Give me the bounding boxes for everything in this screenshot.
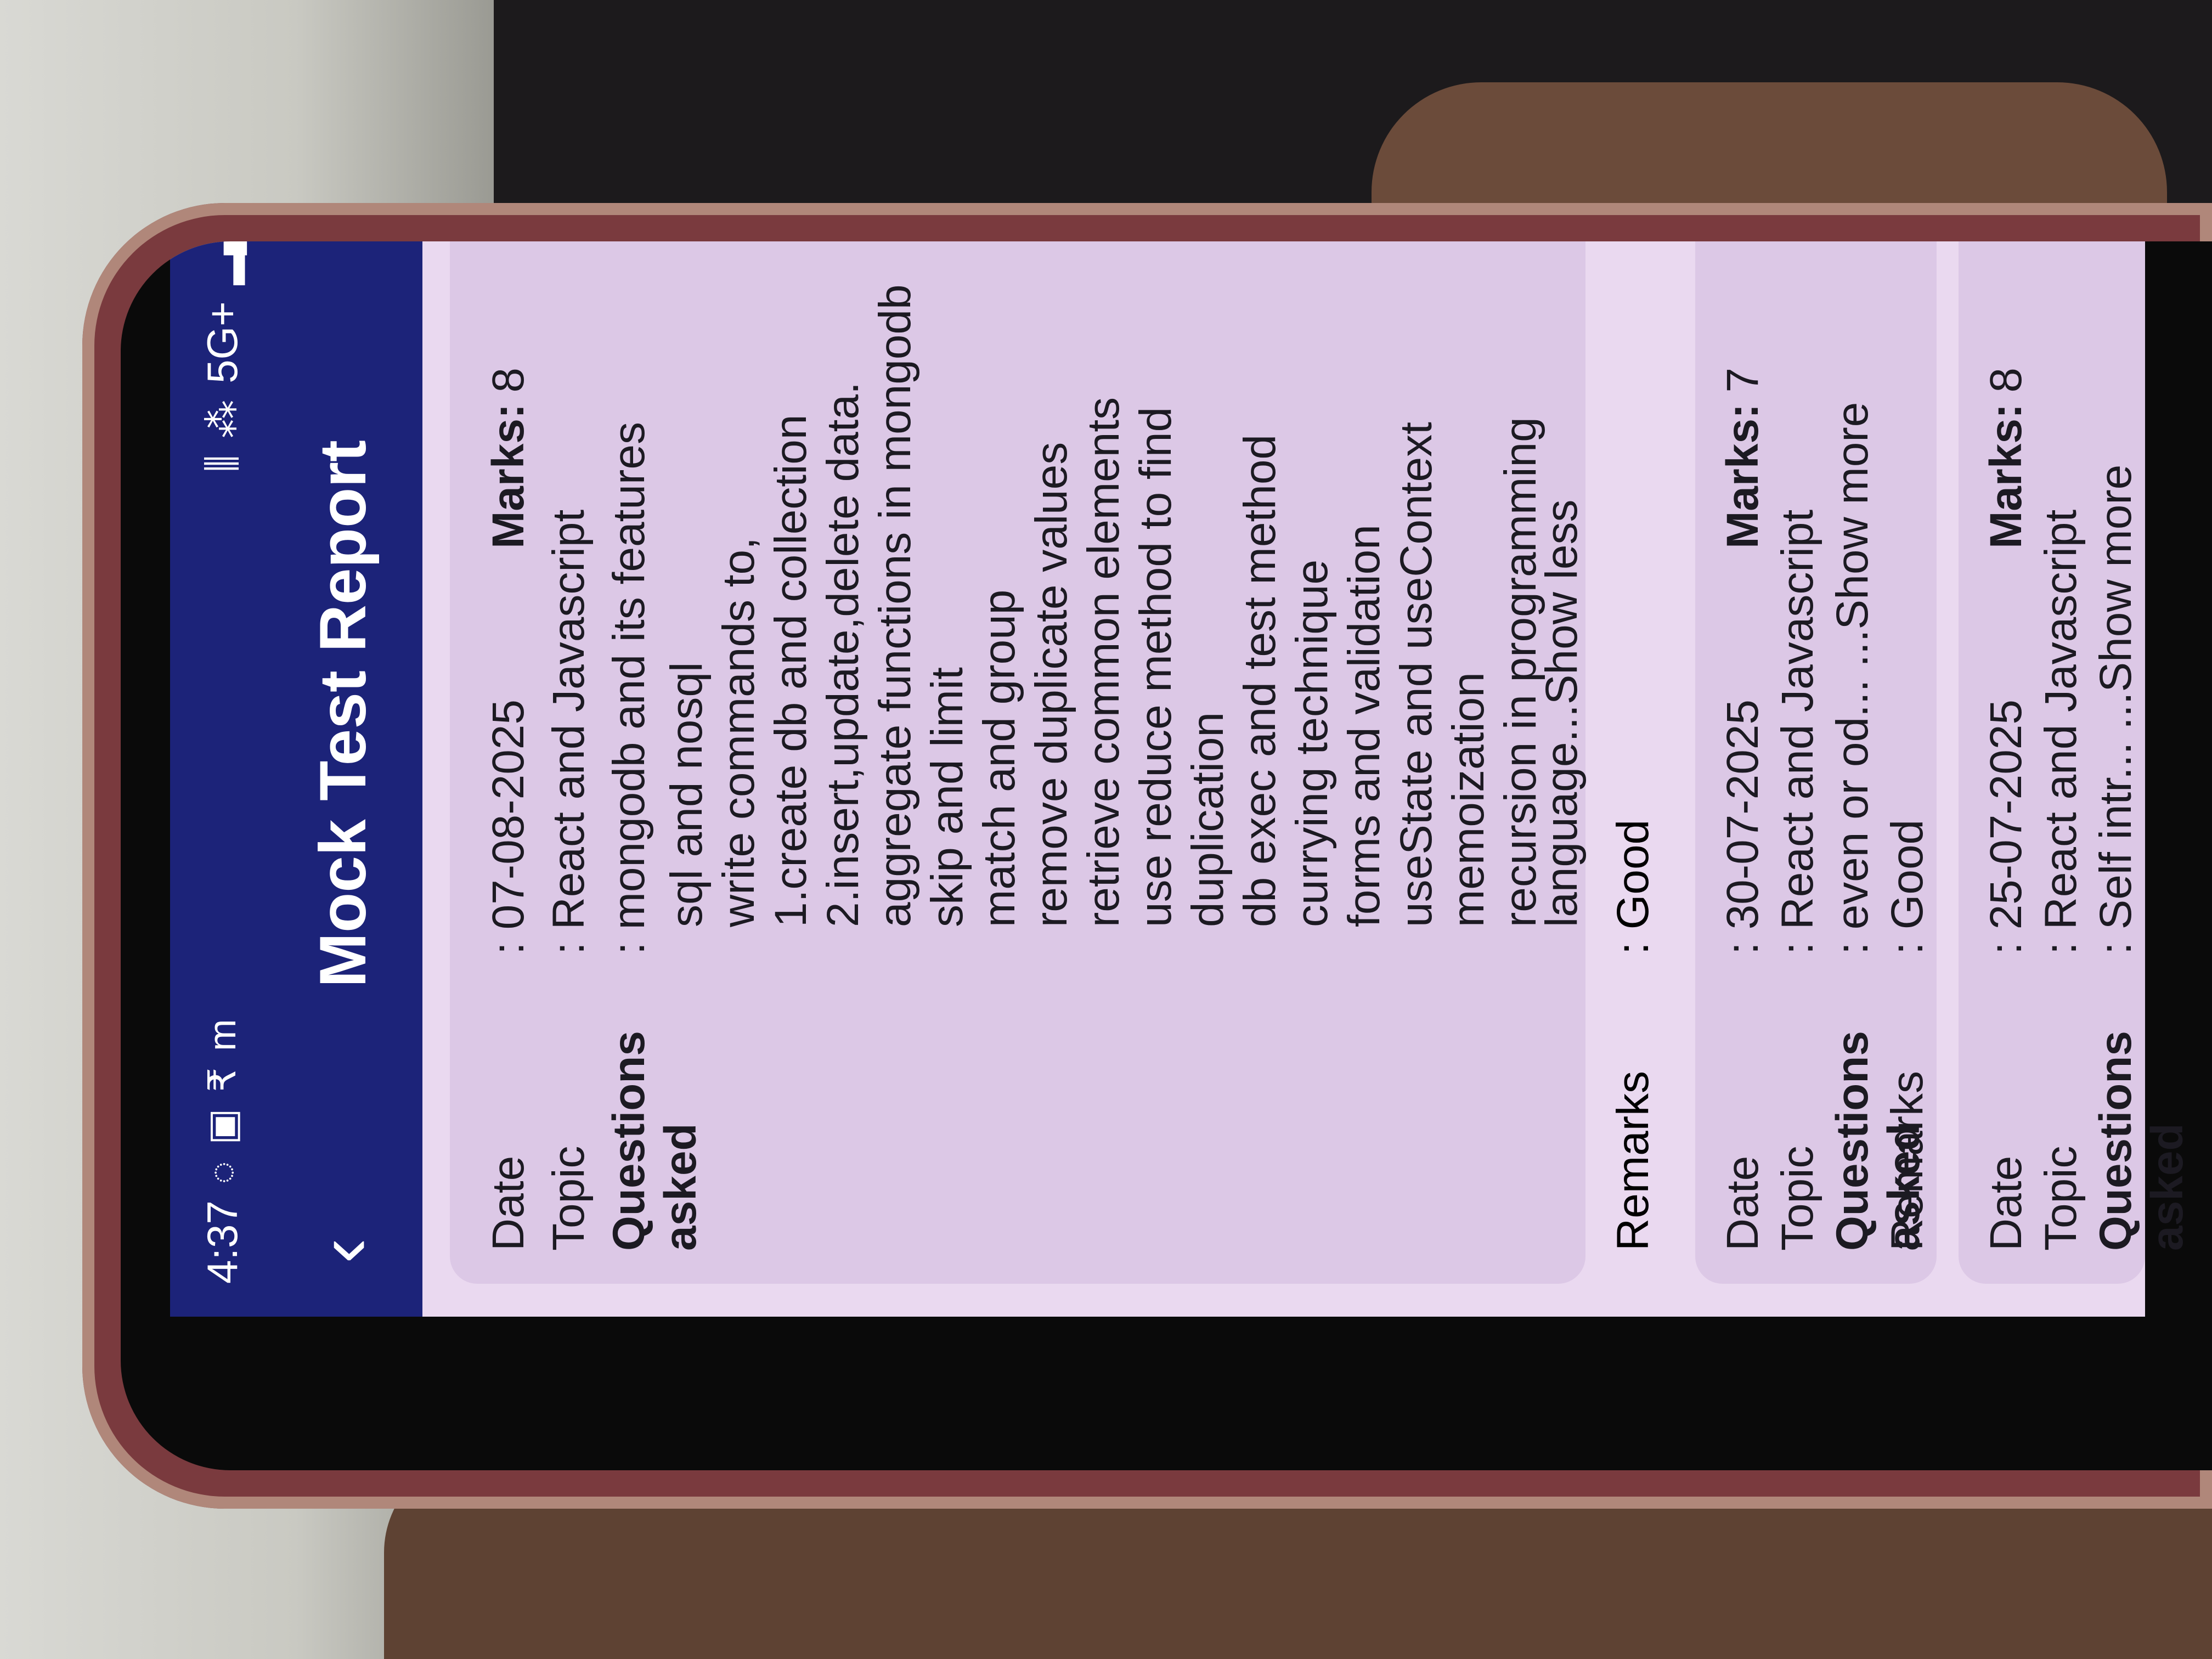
question-line: aggregate functions in mongodb bbox=[870, 284, 920, 927]
question-line: useState and useContext bbox=[1391, 422, 1441, 927]
question-line: retrieve common elements bbox=[1079, 397, 1128, 927]
app-bar: 4:37 ◌ ▣ ₹ m ⫼ ⁂ 5G+ ▂▄▆ ‹ Mock Test Rep… bbox=[170, 241, 422, 1317]
show-less-link[interactable]: language...Show less bbox=[1536, 499, 1588, 927]
remarks-label: Remarks bbox=[1608, 1070, 1658, 1251]
phone-screen-bezel: 4:37 ◌ ▣ ₹ m ⫼ ⁂ 5G+ ▂▄▆ ‹ Mock Test Rep… bbox=[121, 241, 2212, 1470]
question-line: 1.create db and collection bbox=[766, 414, 816, 927]
volte-icon: ⁂ bbox=[201, 399, 244, 438]
marks-value: 8 bbox=[483, 368, 533, 393]
date-label: Date bbox=[483, 1155, 533, 1251]
marks-label: Marks: bbox=[1981, 403, 2031, 549]
question-line: remove duplicate values bbox=[1026, 442, 1076, 927]
topic-label: Topic bbox=[544, 1146, 594, 1251]
question-line: db exec and test method bbox=[1235, 434, 1285, 927]
topic-value: : React and Javascript bbox=[1773, 509, 1822, 955]
question-line: currying technique bbox=[1287, 559, 1337, 927]
m-icon: m bbox=[201, 1019, 244, 1051]
topic-value: : React and Javascript bbox=[544, 509, 594, 955]
topic-value: : React and Javascript bbox=[2036, 509, 2086, 955]
question-line: write commands to, bbox=[714, 537, 764, 927]
home-icon[interactable] bbox=[296, 241, 390, 247]
marks-value: 8 bbox=[1981, 368, 2031, 393]
marks-value: 7 bbox=[1718, 368, 1768, 393]
date-value: : 30-07-2025 bbox=[1718, 699, 1768, 955]
report-card-1: Date : 07-08-2025 Marks: 8 Topic : React… bbox=[450, 241, 1588, 1284]
status-time: 4:37 bbox=[198, 1200, 246, 1284]
date-value: : 25-07-2025 bbox=[1981, 699, 2031, 955]
marks-label: Marks: bbox=[483, 403, 533, 549]
question-line: memoization bbox=[1443, 672, 1493, 927]
remarks-value: : Good bbox=[1608, 819, 1658, 955]
date-label: Date bbox=[1718, 1155, 1768, 1251]
remarks-value: : Good bbox=[1882, 819, 1932, 955]
status-bar: 4:37 ◌ ▣ ₹ m ⫼ ⁂ 5G+ ▂▄▆ bbox=[192, 241, 252, 1284]
topic-label: Topic bbox=[1773, 1146, 1822, 1251]
question-line: sql and nosql bbox=[662, 662, 712, 927]
vibrate-icon: ⫼ bbox=[200, 454, 243, 473]
back-chevron-icon[interactable]: ‹ bbox=[298, 1207, 387, 1295]
phone-screen: 4:37 ◌ ▣ ₹ m ⫼ ⁂ 5G+ ▂▄▆ ‹ Mock Test Rep… bbox=[170, 241, 2192, 1317]
question-line: skip and limit bbox=[922, 667, 972, 927]
whatsapp-icon: ◌ bbox=[201, 1161, 244, 1184]
question-line: match and group bbox=[974, 589, 1024, 927]
questions-label: Questions asked bbox=[2091, 1031, 2192, 1251]
question-line: forms and validation bbox=[1339, 524, 1389, 927]
questions-preview[interactable]: : Self intr... ...Show more bbox=[2090, 465, 2193, 955]
topic-label: Topic bbox=[2036, 1146, 2086, 1251]
signal-icon: ▂▄▆ bbox=[201, 241, 244, 285]
report-card-3: Date : 25-07-2025 Marks: 8 Topic : React… bbox=[1959, 241, 2192, 1284]
page-title: Mock Test Report bbox=[306, 440, 380, 988]
date-value: : 07-08-2025 bbox=[483, 699, 533, 955]
question-line: use reduce method to find bbox=[1131, 407, 1181, 927]
questions-label: Questions asked bbox=[604, 1031, 706, 1251]
network-type: 5G+ bbox=[198, 301, 246, 383]
question-line: duplication bbox=[1183, 712, 1233, 927]
linkedin-icon: ▣ bbox=[201, 1108, 244, 1145]
report-card-2: Date : 30-07-2025 Marks: 7 Topic : React… bbox=[1695, 241, 1937, 1284]
remarks-label: Remarks bbox=[1882, 1070, 1932, 1251]
title-bar: ‹ Mock Test Report bbox=[296, 241, 390, 1295]
date-label: Date bbox=[1981, 1155, 2031, 1251]
marks-label: Marks: bbox=[1718, 403, 1768, 549]
question-line: 2.insert,update,delete data. bbox=[818, 382, 868, 927]
rupee-icon: ₹ bbox=[201, 1067, 244, 1092]
